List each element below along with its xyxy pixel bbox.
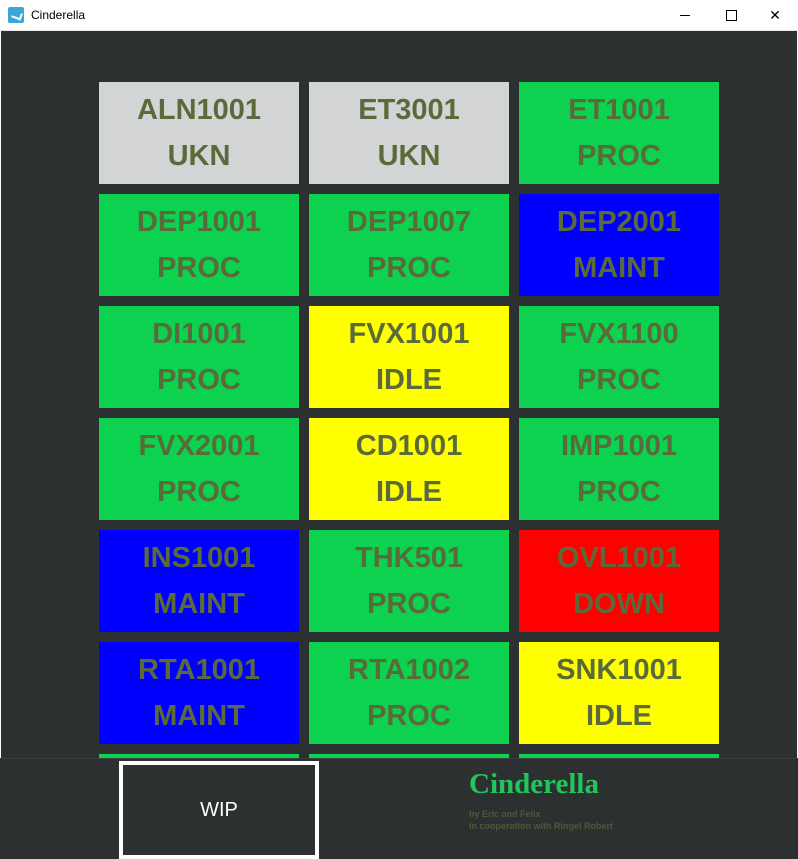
credit-line-1: by Eric and Felix <box>469 809 541 819</box>
equipment-name: OVL1001 <box>556 542 682 574</box>
equipment-tile[interactable]: FVX1001 IDLE <box>309 306 509 408</box>
window-title: Cinderella <box>31 8 86 22</box>
equipment-tile[interactable]: ET3001 UKN <box>309 82 509 184</box>
equipment-name: CD1001 <box>355 430 463 462</box>
equipment-status: PROC <box>577 476 661 508</box>
equipment-tile[interactable]: FVX1100 PROC <box>519 306 719 408</box>
equipment-status: PROC <box>367 588 451 620</box>
equipment-name: DI1001 <box>152 318 246 350</box>
equipment-status: MAINT <box>573 252 665 284</box>
equipment-tile[interactable]: THK501 PROC <box>309 530 509 632</box>
equipment-status: IDLE <box>375 364 443 396</box>
equipment-status: IDLE <box>585 700 653 732</box>
equipment-status: PROC <box>157 364 241 396</box>
equipment-name: ALN1001 <box>136 94 262 126</box>
equipment-name: ET1001 <box>568 94 670 126</box>
equipment-name: RTA1002 <box>348 654 470 686</box>
equipment-status: MAINT <box>153 588 245 620</box>
equipment-tile[interactable]: DI1001 PROC <box>99 306 299 408</box>
equipment-tile[interactable]: RTA1001 MAINT <box>99 642 299 744</box>
equipment-panel[interactable]: ALN1001 UKN ET3001 UKN ET1001 PROC DEP1001 PROC… <box>1 31 797 758</box>
equipment-status: PROC <box>577 140 661 172</box>
equipment-status: UKN <box>377 140 441 172</box>
equipment-tile[interactable]: CD1001 IDLE <box>309 418 509 520</box>
equipment-name: INS1001 <box>142 542 256 574</box>
equipment-status: PROC <box>157 476 241 508</box>
equipment-tile[interactable]: DEP1001 PROC <box>99 194 299 296</box>
equipment-name: DEP1007 <box>346 206 472 238</box>
equipment-status: UKN <box>167 140 231 172</box>
equipment-tile[interactable]: DEP1007 PROC <box>309 194 509 296</box>
equipment-tile[interactable]: SNK1001 IDLE <box>519 642 719 744</box>
equipment-name: RTA1001 <box>138 654 260 686</box>
maximize-icon <box>725 10 737 21</box>
equipment-status: PROC <box>577 364 661 396</box>
equipment-status: MAINT <box>153 700 245 732</box>
equipment-tile[interactable]: RTA1002 PROC <box>309 642 509 744</box>
equipment-name: FVX1100 <box>559 318 679 350</box>
footer-panel: WIP Cinderella by Eric and Felix in coop… <box>0 758 798 859</box>
equipment-name: DEP1001 <box>136 206 262 238</box>
brand-title: Cinderella <box>469 768 599 800</box>
equipment-name: DEP2001 <box>556 206 682 238</box>
equipment-tile[interactable]: OVL1001 DOWN <box>519 530 719 632</box>
maximize-button[interactable] <box>708 0 754 31</box>
minimize-icon <box>680 15 690 16</box>
equipment-status: PROC <box>367 252 451 284</box>
equipment-name: ET3001 <box>358 94 460 126</box>
equipment-tile[interactable]: INS1001 MAINT <box>99 530 299 632</box>
equipment-name: FVX2001 <box>138 430 260 462</box>
equipment-status: IDLE <box>375 476 443 508</box>
equipment-status: DOWN <box>573 588 665 620</box>
credit-line-2: in cooperation with Ringel Robert <box>469 821 613 831</box>
equipment-name: THK501 <box>355 542 463 574</box>
equipment-name: IMP1001 <box>560 430 678 462</box>
equipment-tile[interactable]: DEP2001 MAINT <box>519 194 719 296</box>
title-bar: Cinderella ✕ <box>0 0 798 31</box>
equipment-tile[interactable]: IMP1001 PROC <box>519 418 719 520</box>
equipment-tile[interactable]: ET1001 PROC <box>519 82 719 184</box>
close-icon: ✕ <box>769 7 781 24</box>
equipment-tile[interactable]: FVX2001 PROC <box>99 418 299 520</box>
wip-button[interactable]: WIP <box>119 761 319 859</box>
equipment-name: FVX1001 <box>348 318 470 350</box>
close-button[interactable]: ✕ <box>752 0 798 31</box>
shoe-icon <box>8 7 24 23</box>
equipment-status: PROC <box>157 252 241 284</box>
equipment-status: PROC <box>367 700 451 732</box>
equipment-grid: ALN1001 UKN ET3001 UKN ET1001 PROC DEP1001 PROC… <box>99 82 719 758</box>
minimize-button[interactable] <box>662 0 708 31</box>
equipment-tile[interactable]: ALN1001 UKN <box>99 82 299 184</box>
equipment-name: SNK1001 <box>556 654 682 686</box>
